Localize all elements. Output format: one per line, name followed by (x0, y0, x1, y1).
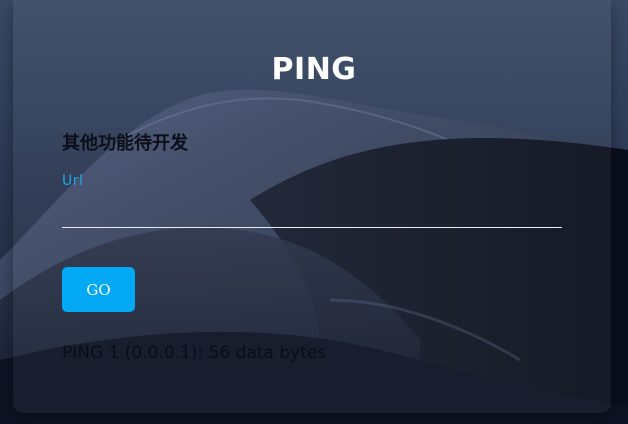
url-input[interactable] (62, 196, 562, 228)
go-button[interactable]: GO (62, 267, 135, 312)
feature-notice: 其他功能待开发 (62, 133, 188, 154)
page-title: PING (271, 52, 357, 87)
ping-result-text: PING 1 (0.0.0.1): 56 data bytes (62, 343, 327, 363)
url-field-label: Url (62, 173, 84, 189)
